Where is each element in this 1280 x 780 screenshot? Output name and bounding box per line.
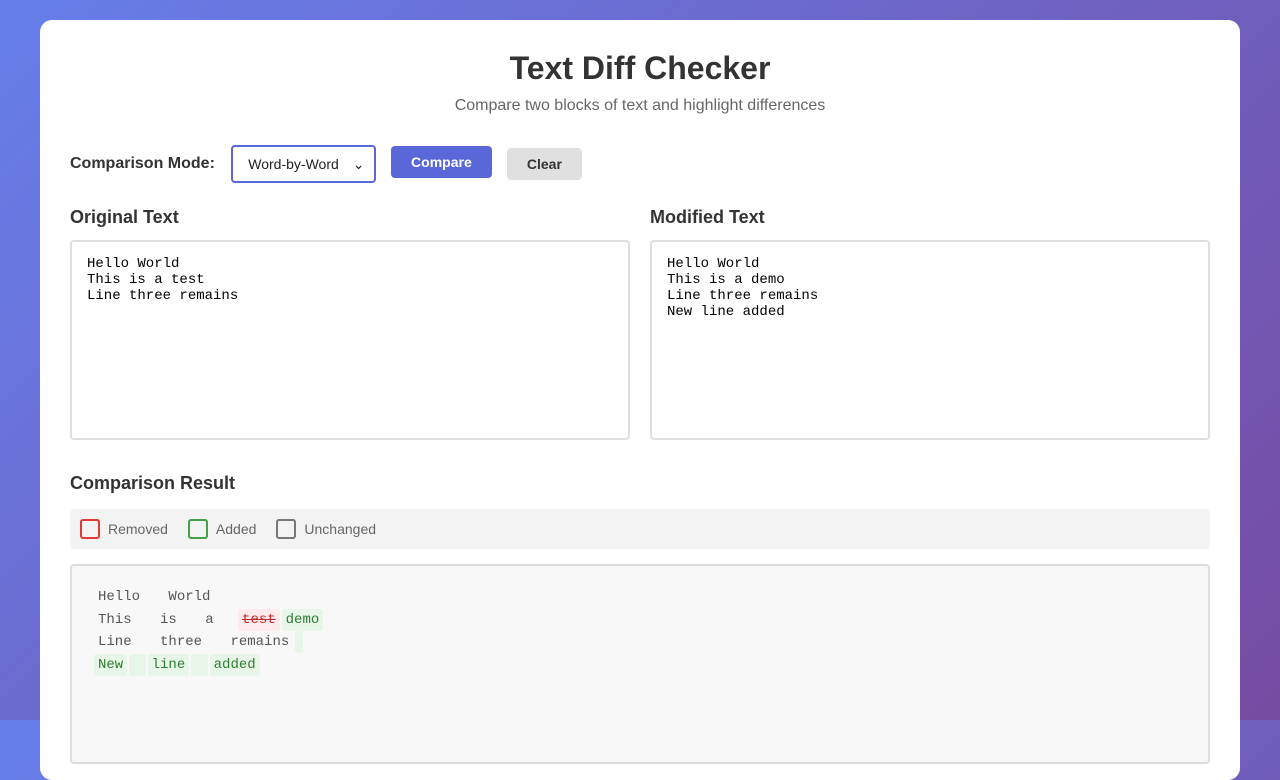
diff-token-unchanged [138, 631, 154, 653]
legend-added: Added [188, 519, 256, 539]
modified-textarea[interactable]: Hello World This is a demo Line three re… [650, 240, 1210, 440]
diff-output: Hello WorldThis is a testdemoLine three … [70, 564, 1210, 764]
result-title: Comparison Result [70, 473, 235, 494]
legend-label: Added [216, 521, 256, 537]
mode-value: Word-by-Word [248, 156, 339, 172]
diff-token-added: demo [282, 609, 324, 631]
diff-line: Line three remains​ [93, 631, 1187, 654]
diff-token-added [191, 654, 207, 676]
diff-token-unchanged: Line [94, 631, 136, 653]
diff-line: This is a testdemo [93, 609, 1187, 632]
modified-label: Modified Text [650, 207, 1210, 228]
diff-token-removed: test [238, 609, 280, 631]
diff-token-added: line [148, 654, 190, 676]
diff-token-unchanged: is [156, 609, 181, 631]
diff-token-unchanged [220, 609, 236, 631]
diff-line: New line added [93, 654, 1187, 677]
chevron-down-icon: ⌄ [353, 156, 365, 173]
diff-token-unchanged: Hello [94, 586, 144, 608]
added-swatch [188, 519, 208, 539]
diff-token-unchanged [138, 609, 154, 631]
unchanged-swatch [276, 519, 296, 539]
diff-token-unchanged [183, 609, 199, 631]
diff-token-unchanged: three [156, 631, 206, 653]
compare-button[interactable]: Compare [391, 146, 492, 178]
diff-token-unchanged: This [94, 609, 136, 631]
legend: Removed Added Unchanged [70, 509, 1210, 549]
modified-panel: Modified Text Hello World This is a demo… [650, 207, 1210, 440]
page-title: Text Diff Checker [40, 50, 1240, 87]
diff-token-added: New [94, 654, 127, 676]
diff-token-unchanged: remains [226, 631, 293, 653]
mode-label: Comparison Mode: [70, 155, 215, 173]
legend-label: Unchanged [304, 521, 376, 537]
removed-swatch [80, 519, 100, 539]
controls-bar: Comparison Mode: Word-by-Word ⌄ Compare C… [70, 145, 582, 183]
original-label: Original Text [70, 207, 630, 228]
main-card: Text Diff Checker Compare two blocks of … [40, 20, 1240, 780]
diff-token-added: ​ [295, 631, 303, 653]
original-panel: Original Text Hello World This is a test… [70, 207, 630, 440]
page-subtitle: Compare two blocks of text and highlight… [40, 97, 1240, 115]
legend-label: Removed [108, 521, 168, 537]
diff-token-unchanged [208, 631, 224, 653]
legend-removed: Removed [80, 519, 168, 539]
clear-button[interactable]: Clear [507, 148, 582, 180]
legend-unchanged: Unchanged [276, 519, 376, 539]
original-textarea[interactable]: Hello World This is a test Line three re… [70, 240, 630, 440]
diff-token-unchanged: a [201, 609, 217, 631]
diff-token-added [129, 654, 145, 676]
diff-token-added: added [210, 654, 260, 676]
diff-line: Hello World [93, 586, 1187, 609]
mode-select[interactable]: Word-by-Word ⌄ [231, 145, 376, 183]
diff-token-unchanged: World [164, 586, 214, 608]
diff-token-unchanged [146, 586, 162, 608]
